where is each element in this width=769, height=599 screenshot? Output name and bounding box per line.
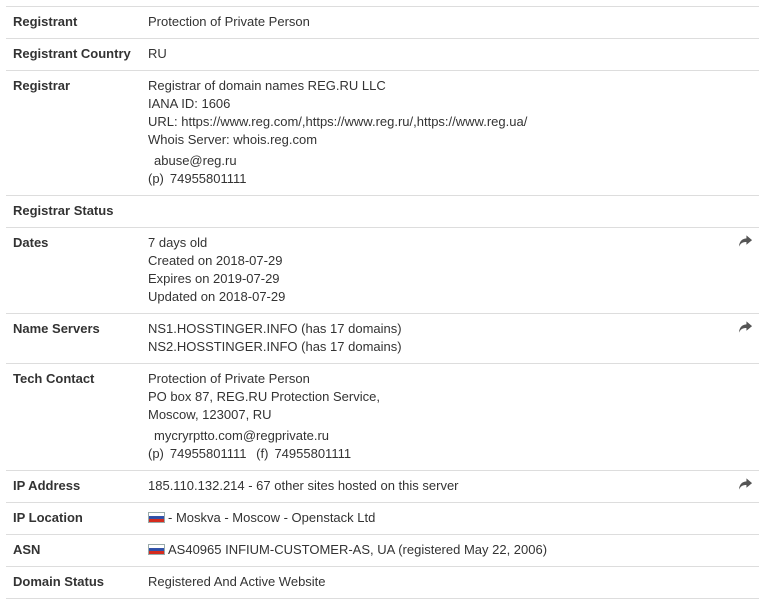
row-registrant-country: Registrant Country RU bbox=[6, 38, 759, 71]
share-arrow-icon[interactable] bbox=[738, 477, 753, 491]
registrar-email[interactable]: abuse@reg.ru bbox=[148, 152, 752, 170]
whois-table: Registrant Protection of Private Person … bbox=[6, 6, 759, 599]
tech-contact-name: Protection of Private Person bbox=[148, 371, 310, 386]
asn-text: AS40965 INFIUM-CUSTOMER-AS, UA (register… bbox=[168, 542, 548, 557]
registrant-country-label: Registrant Country bbox=[6, 38, 141, 71]
registrar-phone-line: (p) 74955801111 bbox=[148, 170, 752, 188]
registrar-status-value bbox=[141, 195, 759, 228]
ip-address-text[interactable]: 185.110.132.214 - 67 other sites hosted … bbox=[148, 478, 459, 493]
ip-address-label: IP Address bbox=[6, 470, 141, 503]
row-registrar: Registrar Registrar of domain names REG.… bbox=[6, 70, 759, 196]
name-server-2[interactable]: NS2.HOSSTINGER.INFO (has 17 domains) bbox=[148, 338, 752, 356]
phone-label: (p) bbox=[148, 171, 164, 186]
asn-value: AS40965 INFIUM-CUSTOMER-AS, UA (register… bbox=[141, 534, 759, 567]
tech-contact-phone: 74955801111 bbox=[169, 446, 247, 461]
row-dates: Dates 7 days old Created on 2018-07-29 E… bbox=[6, 227, 759, 314]
row-ip-address: IP Address 185.110.132.214 - 67 other si… bbox=[6, 470, 759, 503]
name-servers-label: Name Servers bbox=[6, 313, 141, 364]
registrar-iana-id: IANA ID: 1606 bbox=[148, 96, 231, 111]
tech-contact-address-2: Moscow, 123007, RU bbox=[148, 407, 272, 422]
registrar-phone: 74955801111 bbox=[169, 171, 247, 186]
registrant-country-value: RU bbox=[141, 38, 759, 71]
domain-age: 7 days old bbox=[148, 235, 208, 250]
dates-label: Dates bbox=[6, 227, 141, 314]
row-registrar-status: Registrar Status bbox=[6, 195, 759, 228]
registrar-contact: abuse@reg.ru (p) 74955801111 bbox=[148, 152, 752, 188]
tech-contact-address-1: PO box 87, REG.RU Protection Service, bbox=[148, 389, 380, 404]
ip-location-text: - Moskva - Moscow - Openstack Ltd bbox=[168, 510, 376, 525]
phone-label: (p) bbox=[148, 446, 164, 461]
registrar-status-label: Registrar Status bbox=[6, 195, 141, 228]
registrar-value: Registrar of domain names REG.RU LLC IAN… bbox=[141, 70, 759, 196]
share-arrow-icon[interactable] bbox=[738, 320, 753, 334]
row-name-servers: Name Servers NS1.HOSSTINGER.INFO (has 17… bbox=[6, 313, 759, 364]
tech-contact-fax: 74955801111 bbox=[274, 446, 352, 461]
name-server-1[interactable]: NS1.HOSSTINGER.INFO (has 17 domains) bbox=[148, 320, 752, 338]
registrar-url[interactable]: URL: https://www.reg.com/,https://www.re… bbox=[148, 113, 752, 131]
tech-contact-details: mycryrptto.com@regprivate.ru (p) 74955801… bbox=[148, 427, 752, 463]
tech-contact-label: Tech Contact bbox=[6, 363, 141, 471]
share-arrow-icon[interactable] bbox=[738, 234, 753, 248]
registrar-whois-server: Whois Server: whois.reg.com bbox=[148, 132, 318, 147]
russia-flag-icon bbox=[148, 544, 165, 555]
registrar-name: Registrar of domain names REG.RU LLC bbox=[148, 78, 386, 93]
domain-status-value: Registered And Active Website bbox=[141, 566, 759, 599]
row-tech-contact: Tech Contact Protection of Private Perso… bbox=[6, 363, 759, 471]
expires-date: Expires on 2019-07-29 bbox=[148, 271, 280, 286]
tech-contact-phone-line: (p) 74955801111 (f) 74955801111 bbox=[148, 445, 752, 463]
registrant-label: Registrant bbox=[6, 6, 141, 39]
asn-label: ASN bbox=[6, 534, 141, 567]
created-date: Created on 2018-07-29 bbox=[148, 253, 283, 268]
ip-location-label: IP Location bbox=[6, 502, 141, 535]
ip-address-value: 185.110.132.214 - 67 other sites hosted … bbox=[141, 470, 759, 503]
domain-status-label: Domain Status bbox=[6, 566, 141, 599]
row-registrant: Registrant Protection of Private Person bbox=[6, 6, 759, 39]
registrant-value: Protection of Private Person bbox=[141, 6, 759, 39]
russia-flag-icon bbox=[148, 512, 165, 523]
fax-label: (f) bbox=[256, 446, 269, 461]
updated-date: Updated on 2018-07-29 bbox=[148, 289, 286, 304]
dates-value: 7 days old Created on 2018-07-29 Expires… bbox=[141, 227, 759, 314]
row-domain-status: Domain Status Registered And Active Webs… bbox=[6, 566, 759, 599]
name-servers-value: NS1.HOSSTINGER.INFO (has 17 domains) NS2… bbox=[141, 313, 759, 364]
row-ip-location: IP Location - Moskva - Moscow - Openstac… bbox=[6, 502, 759, 535]
tech-contact-email[interactable]: mycryrptto.com@regprivate.ru bbox=[148, 427, 752, 445]
ip-location-value: - Moskva - Moscow - Openstack Ltd bbox=[141, 502, 759, 535]
registrar-label: Registrar bbox=[6, 70, 141, 196]
row-asn: ASN AS40965 INFIUM-CUSTOMER-AS, UA (regi… bbox=[6, 534, 759, 567]
tech-contact-value: Protection of Private Person PO box 87, … bbox=[141, 363, 759, 471]
